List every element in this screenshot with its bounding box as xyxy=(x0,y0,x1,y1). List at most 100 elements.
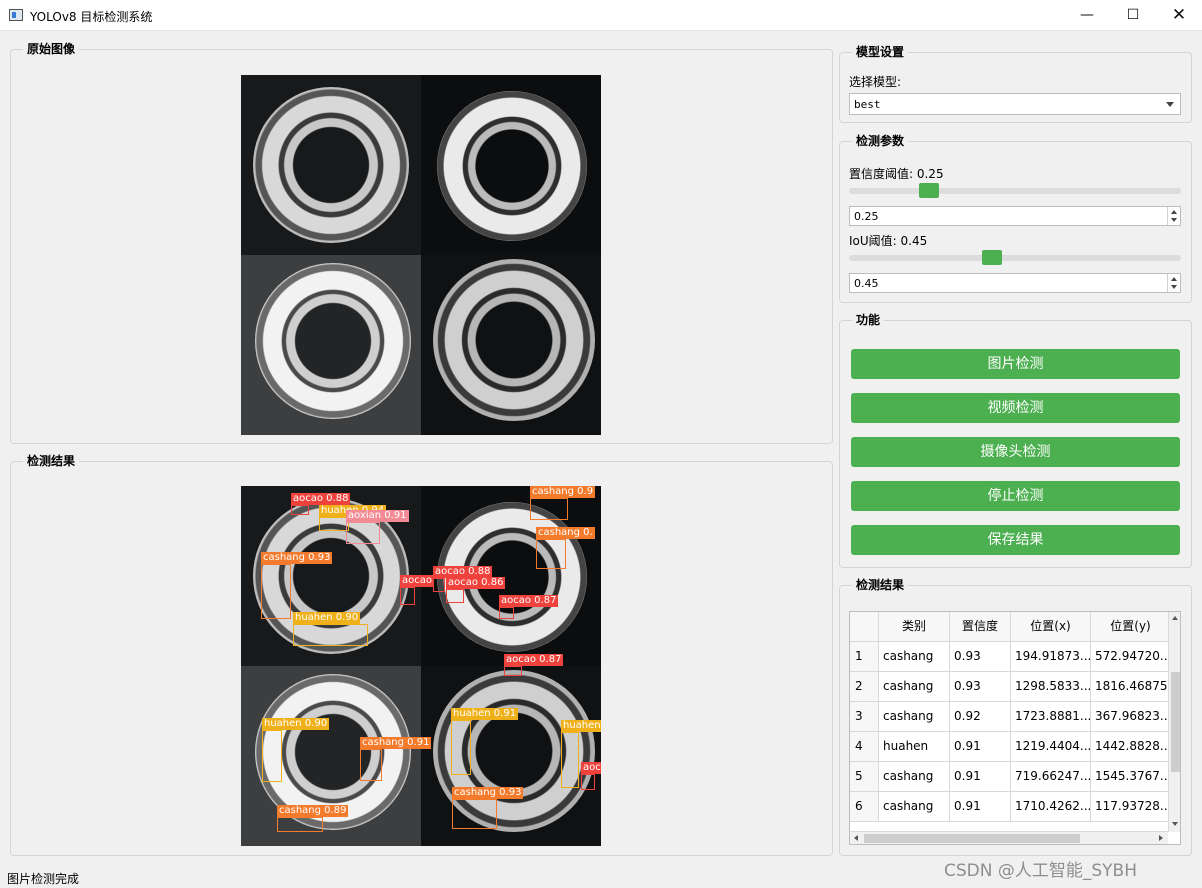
cell-class[interactable]: cashang xyxy=(879,702,950,732)
detection-box: cashang 0.93 xyxy=(261,552,333,619)
detection-label: aocao 0.87 xyxy=(504,654,564,666)
iou-threshold-label: IoU阈值: 0.45 xyxy=(849,234,928,248)
original-image-title: 原始图像 xyxy=(23,41,80,57)
scroll-down-icon[interactable] xyxy=(1172,822,1178,826)
cell-class[interactable]: huahen xyxy=(879,732,950,762)
spin-down-icon[interactable] xyxy=(1171,285,1177,289)
detection-label: aocao xyxy=(400,575,434,587)
table-vertical-scrollbar[interactable] xyxy=(1168,612,1180,832)
close-button[interactable]: ✕ xyxy=(1156,0,1202,31)
detection-box: cashang 0. xyxy=(536,527,595,569)
cell-x[interactable]: 194.91873... xyxy=(1011,642,1091,672)
bearing-tile-bottom-right xyxy=(421,255,601,435)
row-header[interactable]: 6 xyxy=(850,792,879,822)
scroll-up-icon[interactable] xyxy=(1172,616,1178,620)
cell-x[interactable]: 1723.8881... xyxy=(1011,702,1091,732)
confidence-slider-handle[interactable] xyxy=(919,183,939,198)
save-result-button[interactable]: 保存结果 xyxy=(851,525,1180,555)
row-header[interactable]: 2 xyxy=(850,672,879,702)
detection-box: huahen 0.91 xyxy=(451,708,519,775)
cell-x[interactable]: 719.66247... xyxy=(1011,762,1091,792)
spin-up-icon[interactable] xyxy=(1171,210,1177,214)
confidence-slider[interactable] xyxy=(849,188,1181,194)
scroll-left-icon[interactable] xyxy=(854,835,858,841)
cell-confidence[interactable]: 0.91 xyxy=(950,792,1011,822)
cell-confidence[interactable]: 0.91 xyxy=(950,762,1011,792)
camera-detect-button[interactable]: 摄像头检测 xyxy=(851,437,1180,467)
model-select[interactable]: best xyxy=(849,93,1181,115)
detection-result-title: 检测结果 xyxy=(23,453,80,469)
iou-slider-handle[interactable] xyxy=(982,250,1002,265)
cell-class[interactable]: cashang xyxy=(879,792,950,822)
column-header-y[interactable]: 位置(y) xyxy=(1091,612,1171,642)
horizontal-scroll-thumb[interactable] xyxy=(864,834,1080,843)
row-header[interactable]: 1 xyxy=(850,642,879,672)
detection-label: cashang 0.93 xyxy=(261,552,333,564)
results-table-title: 检测结果 xyxy=(852,577,909,593)
cell-x[interactable]: 1219.4404... xyxy=(1011,732,1091,762)
bearing-outer xyxy=(433,259,595,421)
confidence-spinbox[interactable]: 0.25 xyxy=(849,206,1181,226)
cell-confidence[interactable]: 0.93 xyxy=(950,672,1011,702)
results-table[interactable]: 类别 置信度 位置(x) 位置(y) 1 cashang 0.93 194.91… xyxy=(849,611,1181,845)
row-header[interactable]: 5 xyxy=(850,762,879,792)
column-header-x[interactable]: 位置(x) xyxy=(1011,612,1091,642)
detection-label: huahen 0.90 xyxy=(262,718,330,730)
detection-label: aocao 0.88 xyxy=(291,493,351,505)
cell-x[interactable]: 1710.4262... xyxy=(1011,792,1091,822)
iou-slider[interactable] xyxy=(849,255,1181,261)
detection-label: cashang 0.9 xyxy=(530,486,596,498)
spin-down-icon[interactable] xyxy=(1171,218,1177,222)
stop-detect-button[interactable]: 停止检测 xyxy=(851,481,1180,511)
column-header-confidence[interactable]: 置信度 xyxy=(950,612,1011,642)
row-header[interactable]: 4 xyxy=(850,732,879,762)
column-header-class[interactable]: 类别 xyxy=(879,612,950,642)
cell-confidence[interactable]: 0.91 xyxy=(950,732,1011,762)
detection-label: cashang 0.91 xyxy=(360,737,432,749)
detection-label: cashang 0.89 xyxy=(277,805,349,817)
cell-y[interactable]: 1545.3767... xyxy=(1091,762,1171,792)
detection-label: huahen 0.90 xyxy=(293,612,361,624)
detection-label: cashang 0. xyxy=(536,527,595,539)
table-corner xyxy=(850,612,879,642)
result-image: aocao 0.88 huahen 0.94 aoxian 0.91 casha… xyxy=(241,486,601,846)
spin-buttons[interactable] xyxy=(1167,274,1180,292)
image-detect-button[interactable]: 图片检测 xyxy=(851,349,1180,379)
row-header[interactable]: 3 xyxy=(850,702,879,732)
detection-label: cashang 0.93 xyxy=(452,787,524,799)
maximize-button[interactable]: ☐ xyxy=(1110,0,1156,31)
model-select-value: best xyxy=(854,98,881,111)
detection-box: aoxian 0.91 xyxy=(346,510,409,544)
minimize-button[interactable]: — xyxy=(1064,0,1110,31)
bearing-outer xyxy=(437,91,587,241)
cell-y[interactable]: 1442.8828... xyxy=(1091,732,1171,762)
cell-y[interactable]: 367.96823... xyxy=(1091,702,1171,732)
scroll-right-icon[interactable] xyxy=(1159,835,1163,841)
detection-box: aoca xyxy=(581,762,601,790)
iou-spinbox-value: 0.45 xyxy=(854,277,879,290)
chevron-down-icon xyxy=(1166,102,1174,107)
detection-box: cashang 0.89 xyxy=(277,805,349,832)
original-image xyxy=(241,75,601,435)
detection-label: aocao 0.86 xyxy=(446,577,506,589)
cell-y[interactable]: 572.94720... xyxy=(1091,642,1171,672)
iou-spinbox[interactable]: 0.45 xyxy=(849,273,1181,293)
table-horizontal-scrollbar[interactable] xyxy=(850,831,1168,844)
bearing-outer xyxy=(253,87,409,243)
cell-y[interactable]: 117.93728... xyxy=(1091,792,1171,822)
cell-x[interactable]: 1298.5833... xyxy=(1011,672,1091,702)
cell-y[interactable]: 1816.46875 xyxy=(1091,672,1171,702)
bearing-tile-top-left xyxy=(241,75,421,255)
video-detect-button[interactable]: 视频检测 xyxy=(851,393,1180,423)
cell-class[interactable]: cashang xyxy=(879,762,950,792)
cell-confidence[interactable]: 0.93 xyxy=(950,642,1011,672)
watermark: CSDN @人工智能_SYBH xyxy=(944,861,1137,881)
vertical-scroll-thumb[interactable] xyxy=(1171,672,1180,772)
cell-confidence[interactable]: 0.92 xyxy=(950,702,1011,732)
detection-box: huahen 0.94 xyxy=(319,505,387,531)
spin-buttons[interactable] xyxy=(1167,207,1180,225)
spin-up-icon[interactable] xyxy=(1171,277,1177,281)
detection-label: aoxian 0.91 xyxy=(346,510,409,522)
cell-class[interactable]: cashang xyxy=(879,672,950,702)
cell-class[interactable]: cashang xyxy=(879,642,950,672)
